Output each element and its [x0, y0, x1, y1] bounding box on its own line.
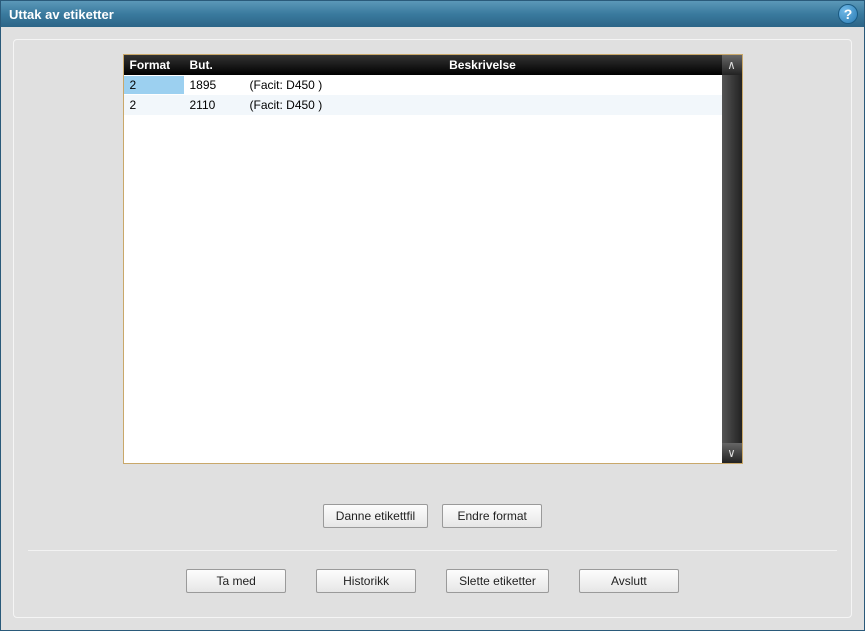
- cell-but: 1895: [184, 76, 244, 94]
- window-title: Uttak av etiketter: [9, 7, 114, 22]
- bottom-button-row: Ta med Historikk Slette etiketter Avslut…: [28, 569, 837, 593]
- header-format: Format: [124, 56, 184, 74]
- ta-med-button[interactable]: Ta med: [186, 569, 286, 593]
- historikk-button[interactable]: Historikk: [316, 569, 416, 593]
- inner-panel: Format But. Beskrivelse 2 1895 (Facit: D…: [13, 39, 852, 618]
- mid-button-row: Danne etikettfil Endre format: [28, 504, 837, 528]
- help-icon[interactable]: ?: [838, 4, 858, 24]
- header-but: But.: [184, 56, 244, 74]
- avslutt-button[interactable]: Avslutt: [579, 569, 679, 593]
- cell-format: 2: [124, 96, 184, 114]
- cell-but: 2110: [184, 96, 244, 114]
- divider: [28, 550, 837, 551]
- danne-etikettfil-button[interactable]: Danne etikettfil: [323, 504, 428, 528]
- help-symbol: ?: [844, 6, 853, 22]
- titlebar: Uttak av etiketter ?: [1, 1, 864, 27]
- slette-etiketter-button[interactable]: Slette etiketter: [446, 569, 549, 593]
- scroll-down-icon[interactable]: ∨: [722, 443, 742, 463]
- scroll-up-icon[interactable]: ∧: [722, 55, 742, 75]
- table-row[interactable]: 2 2110 (Facit: D450 ): [124, 95, 722, 115]
- header-beskrivelse: Beskrivelse: [244, 56, 722, 74]
- endre-format-button[interactable]: Endre format: [442, 504, 542, 528]
- cell-beskrivelse: (Facit: D450 ): [244, 96, 722, 114]
- scrollbar[interactable]: ∧ ∨: [722, 55, 742, 463]
- table-header: Format But. Beskrivelse: [124, 55, 722, 75]
- table-row[interactable]: 2 1895 (Facit: D450 ): [124, 75, 722, 95]
- cell-beskrivelse: (Facit: D450 ): [244, 76, 722, 94]
- cell-format: 2: [124, 76, 184, 94]
- table-frame: Format But. Beskrivelse 2 1895 (Facit: D…: [123, 54, 743, 464]
- content-area: Format But. Beskrivelse 2 1895 (Facit: D…: [1, 27, 864, 630]
- window-frame: Uttak av etiketter ? Format But. Beskriv…: [0, 0, 865, 631]
- table-body: Format But. Beskrivelse 2 1895 (Facit: D…: [124, 55, 722, 463]
